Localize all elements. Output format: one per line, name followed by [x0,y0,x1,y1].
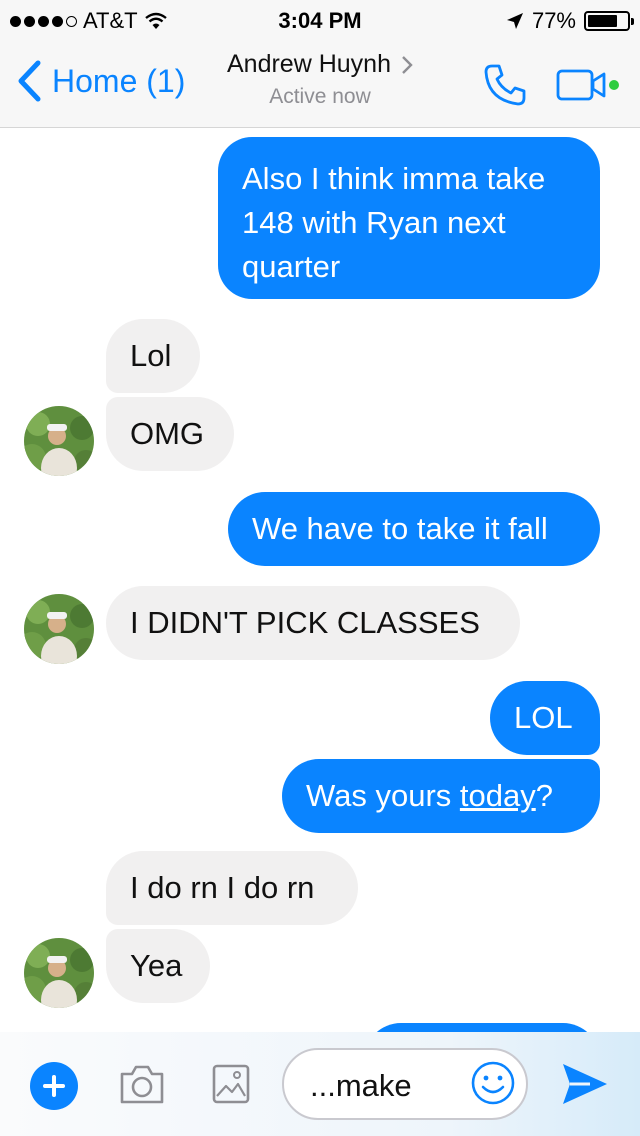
message-outgoing: We have to take it fall [228,492,600,566]
message-outgoing: LOL [490,681,600,755]
message-input-value: ...make [310,1068,412,1103]
contact-status: Active now [269,85,371,108]
phone-call-icon[interactable] [482,62,528,108]
message-outgoing: Was yours today? [282,759,600,833]
more-options-plus-icon[interactable] [30,1062,78,1110]
back-label: Home (1) [52,62,186,99]
conversation-header: Home (1) Andrew Huynh Active now [0,40,640,128]
video-call-icon[interactable] [556,66,626,106]
battery-icon [584,11,634,31]
contact-name: Andrew Huynh [227,50,391,78]
message-outgoing-partial [364,1023,600,1032]
chevron-right-icon [402,55,413,74]
date-link[interactable]: today [460,778,536,813]
contact-avatar[interactable] [24,594,94,664]
chevron-left-icon [18,60,41,102]
photo-gallery-icon[interactable] [212,1062,250,1106]
message-list[interactable]: Also I think imma take 148 with Ryan nex… [0,129,640,1032]
battery-level [588,15,618,27]
emoji-icon[interactable] [470,1060,516,1106]
message-incoming: Lol [106,319,200,393]
back-button[interactable]: Home (1) [16,60,185,102]
message-incoming: I DIDN'T PICK CLASSES [106,586,520,660]
message-incoming: I do rn I do rn [106,851,358,925]
send-icon[interactable] [560,1060,610,1108]
status-bar: AT&T 3:04 PM 77% [0,0,640,40]
contact-info-button[interactable]: Andrew Huynh Active now [200,50,440,109]
battery-percent: 77% [531,8,576,33]
status-right: 77% [506,8,634,34]
camera-icon[interactable] [118,1062,166,1106]
contact-avatar[interactable] [24,406,94,476]
location-arrow-icon [506,13,523,29]
message-incoming: Yea [106,929,210,1003]
message-outgoing: Also I think imma take 148 with Ryan nex… [218,137,600,299]
contact-avatar[interactable] [24,938,94,1008]
message-incoming: OMG [106,397,234,471]
